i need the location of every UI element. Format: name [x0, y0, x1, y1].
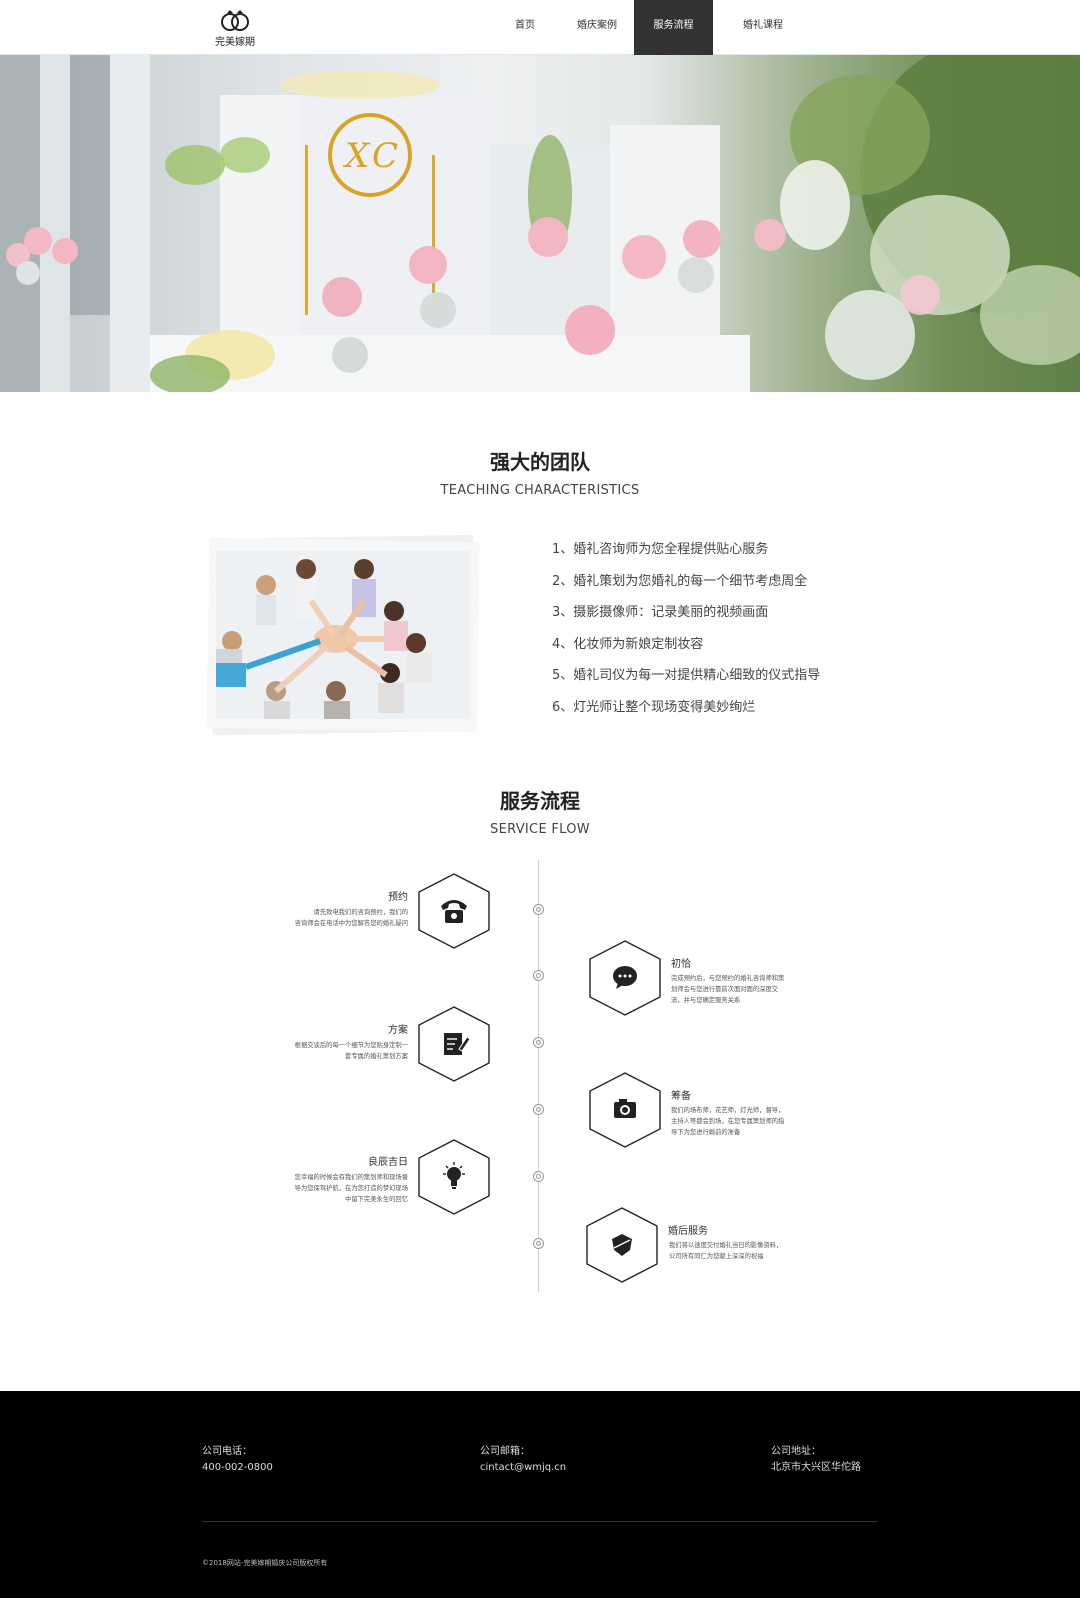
team-item: 1、婚礼咨询师为您全程提供贴心服务 [552, 542, 769, 557]
step-hex[interactable] [417, 872, 491, 950]
step-desc: 请先致电我们的咨询预约，我们的 咨询师会在电话中为您解答您的婚礼疑问 [294, 909, 408, 927]
site-header: 完美嫁期 首页 婚庆案例 服务流程 婚礼课程 [0, 0, 1080, 55]
footer-address-label: 公司地址： [771, 1446, 821, 1457]
timeline-dot [533, 904, 544, 915]
team-photo-frame [205, 534, 481, 736]
footer-copyright: ©2018网站-完美嫁期婚庆公司版权所有 [202, 1559, 328, 1567]
team-photo [216, 551, 470, 719]
step-title: 预约 [388, 892, 408, 903]
timeline-dot [533, 1238, 544, 1249]
footer-email-label: 公司邮箱： [480, 1446, 530, 1457]
logo-text: 完美嫁期 [215, 37, 255, 48]
wedding-stage-image: X C [0, 55, 1080, 392]
nav-home[interactable]: 首页 [490, 0, 560, 55]
step-hex[interactable] [588, 1071, 662, 1149]
team-item: 2、婚礼策划为您婚礼的每一个细节考虑周全 [552, 573, 808, 589]
telephone-icon [441, 900, 467, 923]
step-desc: 我们将以速度交付婚礼当日的影像资料， 公司所有同仁为您献上深深的祝福 [669, 1242, 783, 1260]
site-footer: 公司电话： 400-002-0800 公司邮箱： cintact@wmjq.cn… [0, 1391, 1080, 1598]
step-desc: 我们的场布师，花艺师，灯光师，督导， 主持人等都会到场，在您专属策划师的指 导下为您… [671, 1107, 785, 1136]
step-hex[interactable] [585, 1206, 659, 1284]
step-desc: 您幸福的时候会有我们的策划师和现场督 导为您保驾护航，在为您打造的梦幻现场 中留下完… [294, 1174, 408, 1203]
step-title: 良辰吉日 [368, 1157, 408, 1168]
flow-title: 服务流程 [500, 789, 580, 813]
logo[interactable]: 完美嫁期 [205, 8, 265, 50]
document-edit-icon [444, 1033, 471, 1055]
chat-bubble-icon [613, 966, 637, 989]
nav-service-flow[interactable]: 服务流程 [634, 0, 713, 55]
footer-phone: 公司电话： 400-002-0800 [202, 1444, 273, 1476]
timeline-dot [533, 1104, 544, 1115]
lightbulb-icon [443, 1162, 465, 1189]
team-title: 强大的团队 [490, 450, 590, 474]
team-hands-image [216, 551, 470, 719]
footer-address-value: 北京市大兴区华佗路 [771, 1462, 861, 1473]
step-hex[interactable] [417, 1138, 491, 1216]
rings-logo-icon [221, 10, 249, 31]
footer-phone-value[interactable]: 400-002-0800 [202, 1460, 273, 1476]
nav-cases[interactable]: 婚庆案例 [560, 0, 634, 55]
footer-email: 公司邮箱： cintact@wmjq.cn [480, 1444, 566, 1476]
timeline-line [538, 860, 539, 1292]
step-title: 婚后服务 [668, 1226, 708, 1237]
svg-text:X: X [342, 136, 371, 176]
team-list: 1、婚礼咨询师为您全程提供贴心服务 2、婚礼策划为您婚礼的每一个细节考虑周全 3… [552, 538, 882, 727]
step-hex[interactable] [417, 1005, 491, 1083]
camera-icon [614, 1099, 636, 1118]
main-nav: 首页 婚庆案例 服务流程 婚礼课程 [490, 0, 813, 55]
footer-divider [202, 1521, 877, 1522]
footer-phone-label: 公司电话： [202, 1446, 252, 1457]
step-title: 初恰 [671, 959, 691, 970]
team-item: 3、摄影摄像师：记录美丽的视频画面 [552, 605, 769, 620]
step-hex[interactable] [588, 939, 662, 1017]
hero-banner: X C [0, 55, 1080, 392]
step-desc: 根据交谈后的每一个细节为您贴身定制一 套专属的婚礼策划方案 [294, 1042, 408, 1060]
nav-courses[interactable]: 婚礼课程 [713, 0, 813, 55]
svg-text:C: C [372, 136, 398, 176]
step-desc: 完成预约后，与您预约的婚礼咨询师和策 划师会与您进行靠前次面对面的深度交 流，并与您… [671, 975, 785, 1004]
team-subtitle: TEACHING CHARACTERISTICS [440, 483, 640, 498]
footer-email-value[interactable]: cintact@wmjq.cn [480, 1460, 566, 1476]
team-item: 6、灯光师让整个现场变得美妙绚烂 [552, 699, 756, 715]
flow-subtitle: SERVICE FLOW [490, 822, 590, 837]
timeline-dot [533, 1171, 544, 1182]
team-item: 5、婚礼司仪为每一对提供精心细致的仪式指导 [552, 668, 821, 683]
timeline-dot [533, 970, 544, 981]
shield-icon [612, 1234, 632, 1256]
timeline-dot [533, 1037, 544, 1048]
step-title: 筹备 [671, 1091, 691, 1102]
team-item: 4、化妆师为新娘定制妆容 [552, 636, 704, 652]
footer-address: 公司地址： 北京市大兴区华佗路 [771, 1444, 861, 1476]
step-title: 方案 [388, 1025, 408, 1036]
